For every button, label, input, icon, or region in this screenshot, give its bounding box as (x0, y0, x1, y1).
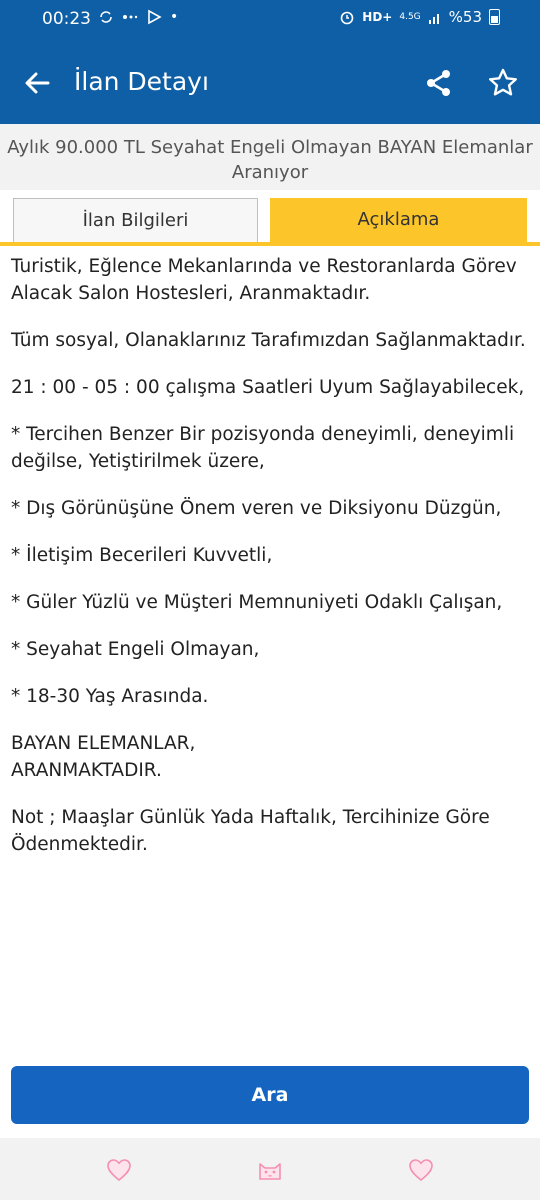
tab-indicator (0, 242, 540, 246)
description-paragraph: 21 : 00 - 05 : 00 çalışma Saatleri Uyum … (11, 377, 525, 398)
battery-level: %53 (448, 8, 482, 26)
share-button[interactable] (424, 68, 454, 98)
description-paragraph: * Tercihen Benzer Bir pozisyonda deneyim… (11, 424, 515, 472)
dot-icon: • (170, 9, 179, 25)
description-paragraph: * 18-30 Yaş Arasında. (11, 686, 209, 707)
description-paragraph: * Seyahat Engeli Olmayan, (11, 639, 260, 660)
status-right-icons: HD+ 4.5G %53 (339, 8, 500, 26)
play-store-icon (148, 9, 162, 25)
system-nav-bar (0, 1138, 540, 1200)
status-notification-icons: • (98, 9, 178, 25)
description-paragraph: Tüm sosyal, Olanaklarınız Tarafımızdan S… (11, 330, 526, 351)
network-type: 4.5G (399, 12, 421, 22)
app-bar: İlan Detayı (0, 40, 540, 124)
description-paragraph: * Dış Görünüşüne Önem veren ve Diksiyonu… (11, 498, 502, 519)
battery-icon (489, 9, 500, 25)
ad-title: Aylık 90.000 TL Seyahat Engeli Olmayan B… (0, 124, 540, 190)
description-paragraph: * Güler Yüzlü ve Müşteri Memnuniyeti Oda… (11, 592, 503, 613)
heart-icon[interactable] (406, 1155, 436, 1185)
description-text: Turistik, Eğlence Mekanlarında ve Restor… (11, 253, 529, 878)
favorite-button[interactable] (487, 67, 519, 99)
description-paragraph: * İletişim Becerileri Kuvvetli, (11, 545, 273, 566)
description-paragraph: BAYAN ELEMANLAR, ARANMAKTADIR. (11, 733, 196, 781)
tab-bar: İlan Bilgileri Açıklama (0, 190, 540, 246)
hd-icon: HD+ (362, 10, 393, 24)
settings-dots-icon (123, 15, 138, 19)
description-paragraph: Not ; Maaşlar Günlük Yada Haftalık, Terc… (11, 807, 490, 855)
back-button[interactable] (22, 68, 52, 98)
status-time: 00:23 (42, 9, 91, 29)
search-button[interactable]: Ara (11, 1066, 529, 1124)
tab-ilan-bilgileri[interactable]: İlan Bilgileri (13, 198, 258, 242)
page-title: İlan Detayı (74, 67, 209, 96)
heart-icon[interactable] (104, 1155, 134, 1185)
cat-face-icon[interactable] (255, 1155, 285, 1185)
signal-icon (428, 14, 439, 24)
sync-icon (100, 11, 112, 23)
description-paragraph: Turistik, Eğlence Mekanlarında ve Restor… (11, 256, 517, 304)
status-bar: 00:23 • HD+ 4.5G %53 (0, 0, 540, 40)
tab-aciklama[interactable]: Açıklama (270, 198, 527, 242)
alarm-icon (340, 11, 354, 25)
